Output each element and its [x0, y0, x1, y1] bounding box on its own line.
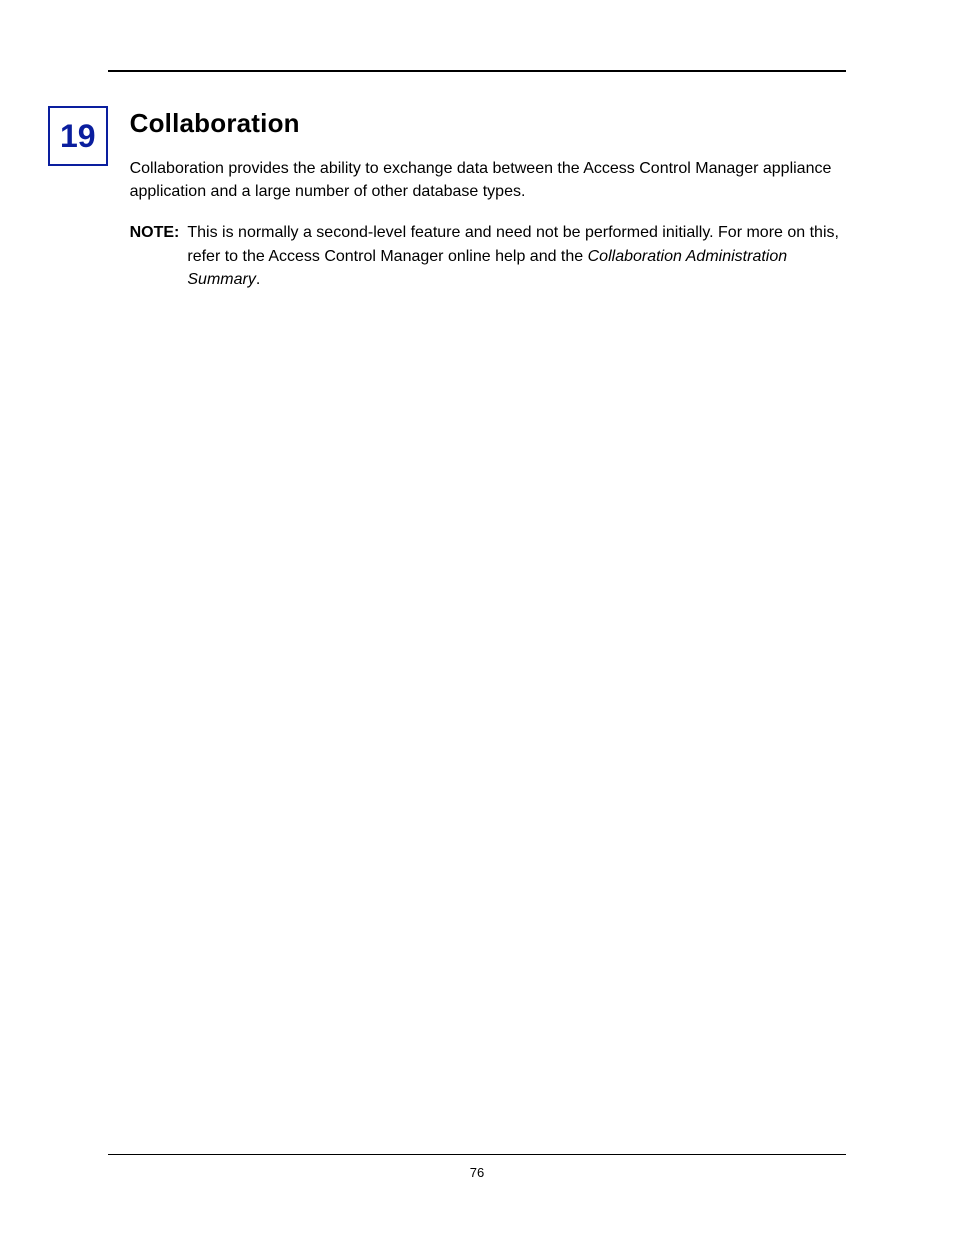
main-content: Collaboration Collaboration provides the…	[130, 106, 846, 291]
content-row: 19 Collaboration Collaboration provides …	[108, 106, 846, 291]
bottom-horizontal-rule	[108, 1154, 846, 1155]
document-page: 19 Collaboration Collaboration provides …	[0, 0, 954, 1235]
page-number: 76	[108, 1165, 846, 1180]
note-text: This is normally a second-level feature …	[187, 221, 846, 291]
page-footer: 76	[108, 1154, 846, 1180]
note-label: NOTE:	[130, 221, 188, 291]
section-title: Collaboration	[130, 108, 846, 139]
chapter-number-box: 19	[48, 106, 108, 166]
note-text-post: .	[256, 271, 260, 288]
top-horizontal-rule	[108, 70, 846, 72]
note-block: NOTE: This is normally a second-level fe…	[130, 221, 846, 291]
lead-paragraph: Collaboration provides the ability to ex…	[130, 157, 846, 203]
